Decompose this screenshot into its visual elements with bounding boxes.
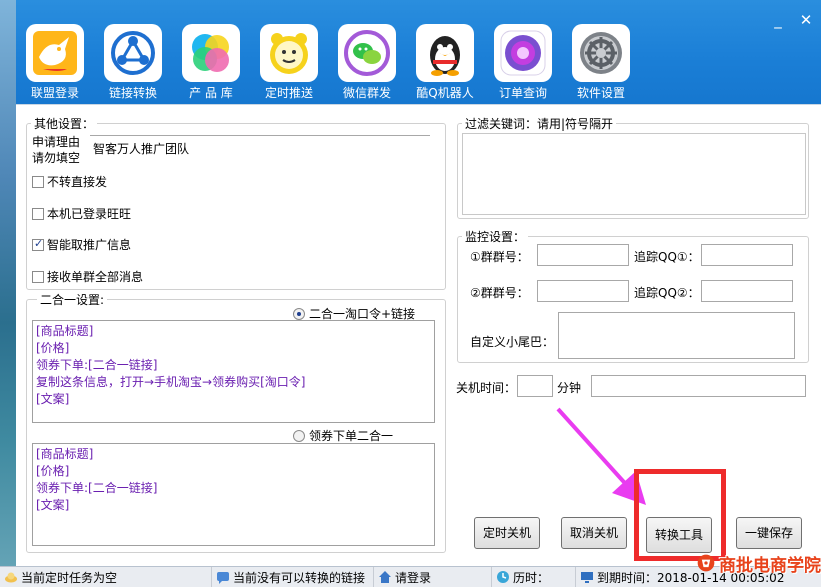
toolbar-item-label: 订单查询 xyxy=(498,86,547,100)
status-elapsed: 历时： xyxy=(492,566,576,587)
toolbar-item-label: 酷Q机器人 xyxy=(416,86,474,100)
toolbar-item-software-settings[interactable]: 软件设置 xyxy=(564,24,638,101)
toolbar-item-label: 软件设置 xyxy=(576,86,625,100)
toolbar-item-label: 链接转换 xyxy=(108,86,157,100)
track-qq1-input[interactable] xyxy=(701,244,793,266)
template-coupon-combo[interactable]: [商品标题] [价格] 领券下单:[二合一链接] [文案] xyxy=(32,443,435,546)
desktop-background xyxy=(0,0,16,587)
reason-label-line1: 申请理由 xyxy=(32,135,81,149)
gear-icon xyxy=(572,24,630,82)
template-line: [价格] xyxy=(36,341,70,355)
status-task-text: 当前定时任务为空 xyxy=(21,570,118,585)
template-line: 复制这条信息，打开→手机淘宝→领券购买[淘口令] xyxy=(36,375,306,389)
radio-dot[interactable] xyxy=(293,429,305,442)
toolbar-item-label: 联盟登录 xyxy=(30,86,79,100)
shutdown-extra-input[interactable] xyxy=(591,375,806,397)
main-content: 其他设置： 申请理由 请勿填空 智客万人推广团队 不转直接发 本机已登录旺旺 智… xyxy=(16,104,821,566)
toolbar-item-label: 微信群发 xyxy=(342,86,391,100)
template-line: 领券下单:[二合一链接] xyxy=(36,481,158,495)
monitor-settings-legend: 监控设置： xyxy=(465,230,526,244)
template-line: [文案] xyxy=(36,498,70,512)
window-controls: _ ✕ xyxy=(767,10,817,30)
checkbox-label: 本机已登录旺旺 xyxy=(47,207,132,221)
brand-watermark: 商批电商学院 xyxy=(696,548,821,578)
minimize-button[interactable]: _ xyxy=(767,10,789,30)
cancel-shutdown-button[interactable]: 取消关机 xyxy=(561,517,627,549)
radio-dot-selected[interactable] xyxy=(293,307,305,320)
checkbox-label: 智能取推广信息 xyxy=(47,238,132,252)
status-login[interactable]: 请登录 xyxy=(374,566,492,587)
template-line: [文案] xyxy=(36,392,70,406)
wechat-icon xyxy=(338,24,396,82)
status-login-text: 请登录 xyxy=(395,570,432,585)
toolbar-item-coolq-robot[interactable]: 酷Q机器人 xyxy=(408,24,482,101)
template-line: 领券下单:[二合一链接] xyxy=(36,358,158,372)
template-line: [商品标题] xyxy=(36,447,94,461)
checkbox-direct-send[interactable]: 不转直接发 xyxy=(32,173,107,190)
template-line: [商品标题] xyxy=(36,324,94,338)
checkbox-box[interactable] xyxy=(32,207,44,220)
status-task: 当前定时任务为空 xyxy=(0,566,212,587)
track-qq2-label: 追踪QQ②： xyxy=(634,286,700,300)
save-all-button[interactable]: 一键保存 xyxy=(736,517,802,549)
chat-icon xyxy=(217,572,229,584)
toolbar-item-product-library[interactable]: 产 品 库 xyxy=(174,24,248,101)
close-button[interactable]: ✕ xyxy=(795,10,817,30)
custom-tail-input[interactable] xyxy=(558,312,795,359)
filter-keywords-input[interactable] xyxy=(462,133,806,215)
alarm-clock-icon xyxy=(260,24,318,82)
track-qq2-input[interactable] xyxy=(701,280,793,302)
checkbox-box[interactable] xyxy=(32,270,44,283)
app-window: _ ✕ 联盟登录 链接转换 产 品 库 定时推送 微信群发 酷Q机器人 订单查询… xyxy=(16,0,821,566)
main-toolbar: _ ✕ 联盟登录 链接转换 产 品 库 定时推送 微信群发 酷Q机器人 订单查询… xyxy=(16,0,821,104)
shutdown-unit-label: 分钟 xyxy=(557,381,582,395)
checkbox-box-checked[interactable] xyxy=(32,237,44,251)
checkbox-receive-all[interactable]: 接收单群全部消息 xyxy=(32,268,143,285)
checkbox-smart-fetch[interactable]: 智能取推广信息 xyxy=(32,236,131,253)
orb-icon xyxy=(494,24,552,82)
combo-settings-legend: 二合一设置: xyxy=(40,293,105,307)
reason-label-line2: 请勿填空 xyxy=(32,151,81,165)
checkbox-wangwang-logged-in[interactable]: 本机已登录旺旺 xyxy=(32,205,131,222)
status-links: 当前没有可以转换的链接 xyxy=(212,566,374,587)
toolbar-item-timed-push[interactable]: 定时推送 xyxy=(252,24,326,101)
cloud-icon xyxy=(5,572,17,583)
checkbox-box[interactable] xyxy=(32,175,44,188)
shutdown-minutes-input[interactable] xyxy=(517,375,553,397)
toolbar-item-wechat-broadcast[interactable]: 微信群发 xyxy=(330,24,404,101)
filter-keywords-legend: 过滤关键词：请用|符号隔开 xyxy=(465,117,614,131)
shutdown-time-label: 关机时间： xyxy=(456,381,517,395)
custom-tail-label: 自定义小尾巴： xyxy=(470,335,555,349)
monitor-icon xyxy=(581,572,593,583)
toolbar-item-link-convert[interactable]: 链接转换 xyxy=(96,24,170,101)
radio-label: 领券下单二合一 xyxy=(309,429,394,443)
kangaroo-logo-icon xyxy=(26,24,84,82)
clock-icon xyxy=(497,571,509,583)
qq-penguin-icon xyxy=(416,24,474,82)
radio-coupon-combo[interactable]: 领券下单二合一 xyxy=(293,427,393,444)
status-elapsed-label: 历时： xyxy=(513,570,550,585)
group2-label: ②群群号： xyxy=(470,286,529,300)
toolbar-item-label: 产 品 库 xyxy=(189,86,233,100)
toolbar-item-label: 定时推送 xyxy=(264,86,313,100)
timed-shutdown-button[interactable]: 定时关机 xyxy=(474,517,540,549)
home-icon xyxy=(379,571,391,583)
group1-label: ①群群号： xyxy=(470,250,529,264)
checkbox-label: 接收单群全部消息 xyxy=(47,270,144,284)
group1-input[interactable] xyxy=(537,244,629,266)
brand-logo-icon xyxy=(697,554,715,572)
brand-text: 商批电商学院 xyxy=(719,555,821,576)
reason-input[interactable]: 智客万人推广团队 xyxy=(90,135,430,161)
toolbar-item-alliance-login[interactable]: 联盟登录 xyxy=(18,24,92,101)
other-settings-legend: 其他设置： xyxy=(34,117,95,131)
track-qq1-label: 追踪QQ①： xyxy=(634,250,700,264)
share-nodes-icon xyxy=(104,24,162,82)
status-links-text: 当前没有可以转换的链接 xyxy=(233,570,366,585)
template-combo-token-link[interactable]: [商品标题] [价格] 领券下单:[二合一链接] 复制这条信息，打开→手机淘宝→… xyxy=(32,320,435,423)
checkbox-label: 不转直接发 xyxy=(47,175,108,189)
toolbar-item-order-query[interactable]: 订单查询 xyxy=(486,24,560,101)
color-circles-icon xyxy=(182,24,240,82)
template-line: [价格] xyxy=(36,464,70,478)
group2-input[interactable] xyxy=(537,280,629,302)
